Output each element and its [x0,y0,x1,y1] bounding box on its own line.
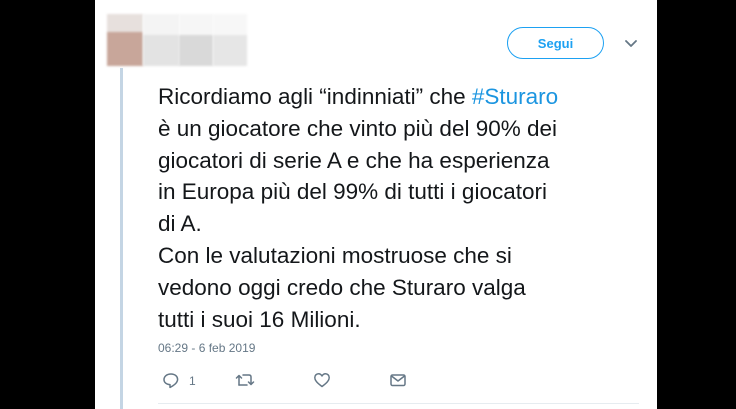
heart-icon [314,373,330,388]
follow-button[interactable]: Segui [507,27,604,59]
reply-count: 1 [189,373,196,388]
tweet-line-text: Ricordiamo agli “indinniati” che [158,84,472,109]
retweet-icon [235,374,255,386]
tweet-line: in Europa più del 99% di tutti i giocato… [158,179,547,205]
tweet-timestamp[interactable]: 06:29 - 6 feb 2019 [158,341,255,355]
retweet-button[interactable] [235,372,255,388]
chevron-down-icon[interactable] [624,38,638,50]
tweet-line: tutti i suoi 16 Milioni. [158,306,361,332]
tweet-text: Ricordiamo agli “indinniati” che #Sturar… [158,81,653,335]
reply-button[interactable]: 1 [162,372,196,389]
envelope-icon [390,374,406,387]
tweet-line: Ricordiamo agli “indinniati” che #Sturar… [158,81,653,113]
avatar-blur-block [213,14,247,66]
tweet-card: Segui Ricordiamo agli “indinniati” che #… [95,0,657,409]
tweet-line: Con le valutazioni mostruose che si [158,242,512,268]
tweet-line: di A. [158,211,202,237]
direct-message-button[interactable] [389,372,407,388]
tweet-line: vedono oggi credo che Sturaro valga [158,274,526,300]
screenshot-stage: Segui Ricordiamo agli “indinniati” che #… [0,0,736,409]
thread-line [120,68,123,409]
divider [158,403,639,404]
blurred-author-avatar[interactable] [107,14,247,66]
avatar-blur-block [179,14,213,66]
follow-button-label: Segui [537,35,574,51]
tweet-line: è un giocatore che vinto più del 90% dei [158,115,558,141]
avatar-blur-block [143,14,179,66]
like-button[interactable] [313,372,331,388]
hashtag-link[interactable]: #Sturaro [472,84,558,109]
tweet-line: giocatori di serie A e che ha esperienza [158,147,550,173]
avatar-blur-block [107,14,143,66]
reply-icon [163,373,179,389]
